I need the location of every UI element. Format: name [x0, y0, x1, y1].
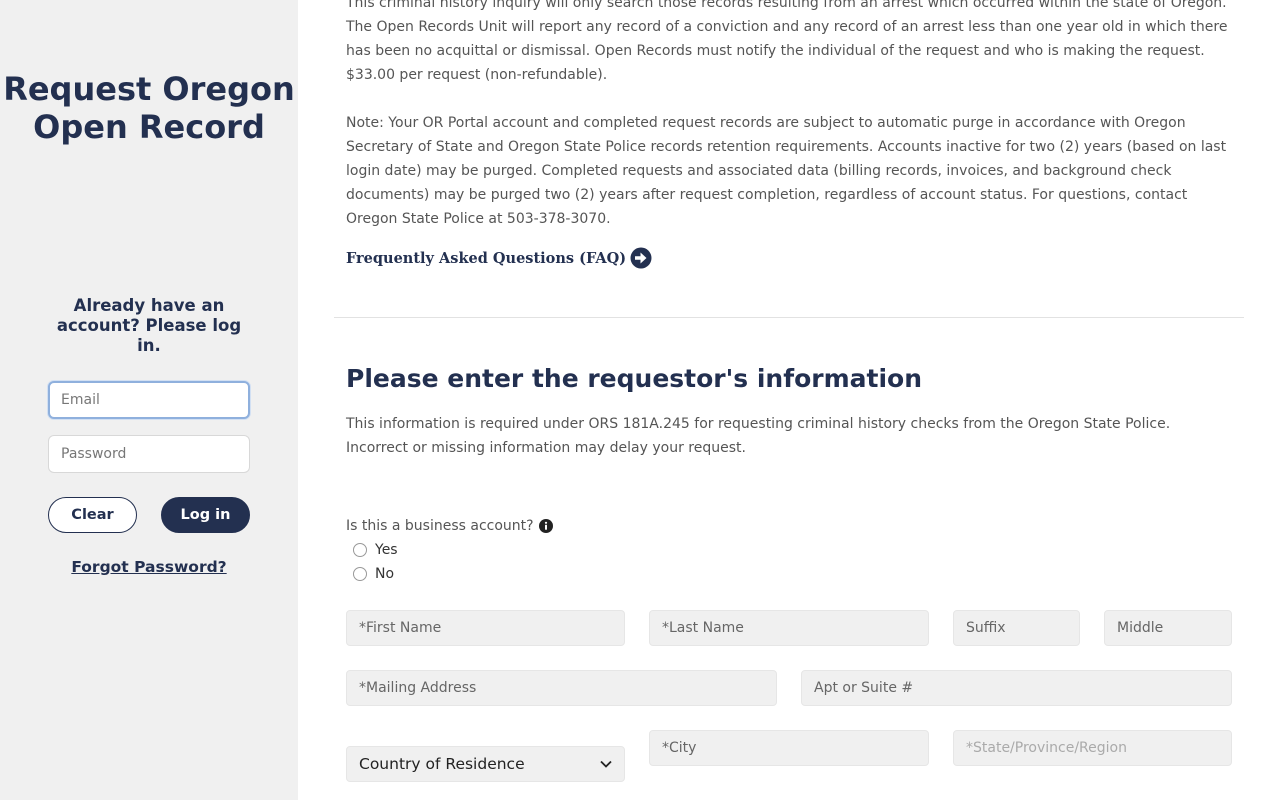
- radio-yes-option[interactable]: Yes: [353, 541, 398, 559]
- password-field[interactable]: [48, 435, 250, 473]
- purge-note-paragraph: Note: Your OR Portal account and complet…: [346, 115, 1227, 227]
- chevron-down-icon: [600, 760, 612, 768]
- intro-paragraph: This criminal history inquiry will only …: [346, 0, 1228, 83]
- page-title-text: Request Oregon Open Record: [3, 70, 295, 146]
- apt-suite-field[interactable]: [801, 670, 1232, 706]
- info-icon[interactable]: [538, 519, 553, 533]
- first-name-field[interactable]: [346, 610, 625, 646]
- last-name-field[interactable]: [649, 610, 929, 646]
- radio-no-label: No: [375, 566, 395, 582]
- login-heading: Already have an account? Please log in.: [56, 296, 242, 355]
- country-select-value: Country of Residence: [359, 755, 525, 773]
- radio-yes-label: Yes: [375, 542, 398, 558]
- login-button[interactable]: Log in: [161, 497, 250, 533]
- mailing-address-field[interactable]: [346, 670, 777, 706]
- business-account-label: Is this a business account?: [346, 518, 534, 534]
- middle-name-field[interactable]: [1104, 610, 1232, 646]
- city-field[interactable]: [649, 730, 929, 766]
- arrow-right-circle-icon: [630, 247, 652, 269]
- section-divider: [334, 317, 1244, 318]
- sidebar: Request Oregon Open Record Already have …: [0, 0, 298, 800]
- requestor-info-text: This information is required under ORS 1…: [346, 416, 1171, 456]
- faq-link-label: Frequently Asked Questions (FAQ): [346, 249, 627, 267]
- email-field[interactable]: [48, 381, 250, 419]
- country-select[interactable]: Country of Residence: [346, 746, 625, 782]
- radio-no-option[interactable]: No: [353, 565, 394, 583]
- state-field[interactable]: [953, 730, 1232, 766]
- faq-link[interactable]: Frequently Asked Questions (FAQ): [346, 245, 652, 271]
- page-title: Request Oregon Open Record: [0, 70, 298, 146]
- business-account-question: Is this a business account?: [346, 516, 553, 536]
- clear-button[interactable]: Clear: [48, 497, 137, 533]
- radio-no[interactable]: [353, 567, 367, 581]
- suffix-field[interactable]: [953, 610, 1080, 646]
- section-title: Please enter the requestor's information: [346, 364, 923, 393]
- radio-yes[interactable]: [353, 543, 367, 557]
- forgot-password-link[interactable]: Forgot Password?: [48, 558, 250, 576]
